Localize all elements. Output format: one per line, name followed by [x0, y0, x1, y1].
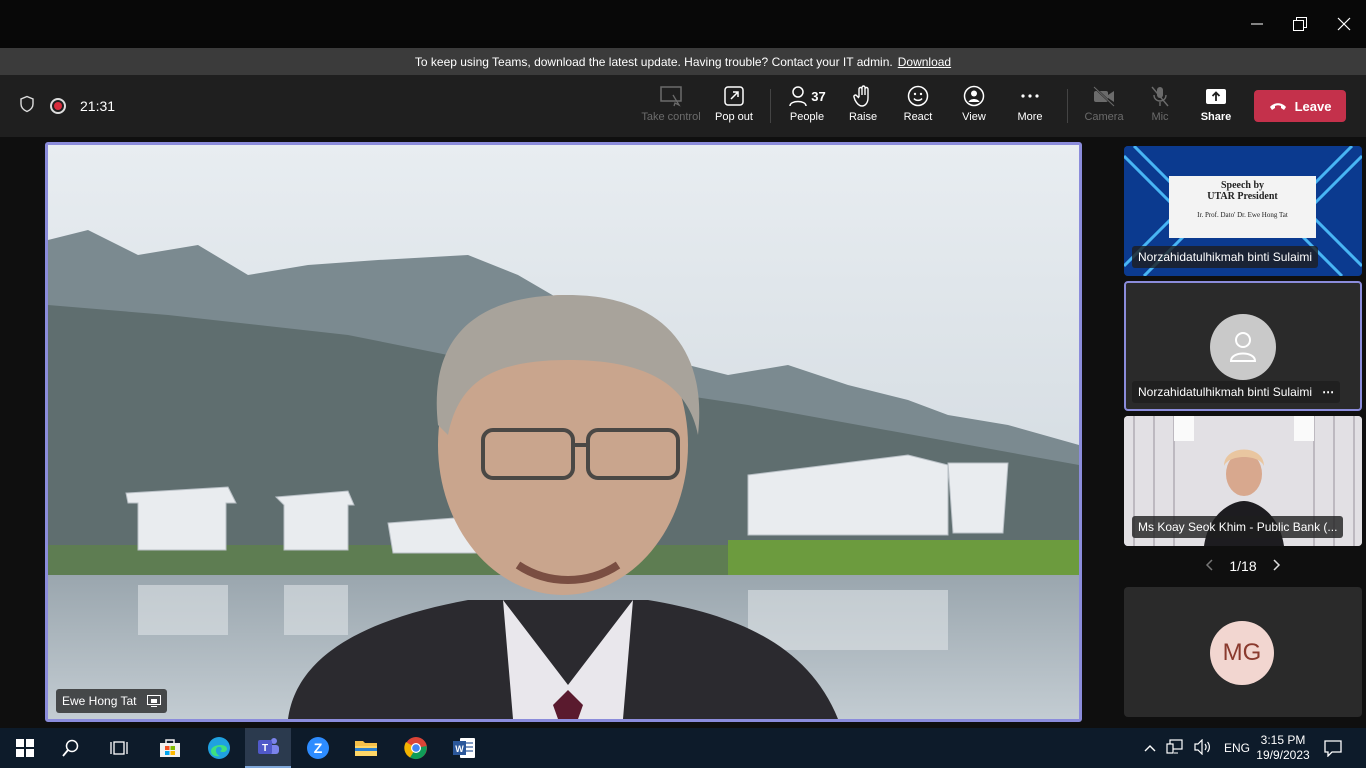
- tile-name-label: Ms Koay Seok Khim - Public Bank (...: [1132, 516, 1344, 538]
- camera-button[interactable]: Camera: [1074, 85, 1134, 131]
- microsoft-store-icon[interactable]: [147, 728, 193, 768]
- leave-button[interactable]: Leave: [1254, 90, 1346, 122]
- main-video[interactable]: Ewe Hong Tat: [45, 142, 1082, 722]
- take-control-icon: [660, 86, 682, 107]
- participant-tile-1[interactable]: Speech by UTAR President Ir. Prof. Dato'…: [1124, 146, 1362, 276]
- more-button[interactable]: More: [1000, 85, 1060, 131]
- pop-out-icon: [724, 86, 744, 106]
- page-indicator: 1/18: [1229, 558, 1257, 574]
- zoom-icon[interactable]: Z: [295, 728, 341, 768]
- camera-off-icon: [1093, 86, 1115, 107]
- tile-name-label: Norzahidatulhikmah binti Sulaimi ⋯: [1132, 381, 1341, 403]
- svg-text:W: W: [455, 744, 464, 754]
- volume-icon[interactable]: [1194, 738, 1212, 758]
- initials-avatar: MG: [1210, 621, 1274, 685]
- update-banner: To keep using Teams, download the latest…: [0, 48, 1366, 75]
- slide-name: Ir. Prof. Dato' Dr. Ewe Hong Tat: [1197, 211, 1288, 219]
- tile-more-icon[interactable]: ⋯: [1322, 385, 1334, 399]
- shield-icon: [18, 95, 36, 116]
- search-icon[interactable]: [48, 728, 94, 768]
- title-bar: [0, 0, 1366, 48]
- start-icon[interactable]: [2, 728, 48, 768]
- avatar: [1210, 314, 1276, 380]
- participant-tile-2[interactable]: Norzahidatulhikmah binti Sulaimi ⋯: [1124, 281, 1362, 411]
- participant-tile-3[interactable]: Ms Koay Seok Khim - Public Bank (...: [1124, 416, 1362, 546]
- teams-icon[interactable]: T: [245, 728, 291, 768]
- notifications-icon[interactable]: [1310, 728, 1356, 768]
- people-icon: [789, 86, 808, 107]
- react-button[interactable]: React: [888, 85, 948, 131]
- toolbar-divider: [1067, 89, 1068, 123]
- speaker-video-image: [48, 145, 1079, 719]
- task-view-icon[interactable]: [96, 728, 142, 768]
- chevron-left-icon[interactable]: [1205, 558, 1213, 574]
- hang-up-icon: [1269, 103, 1286, 110]
- banner-message: To keep using Teams, download the latest…: [414, 54, 893, 69]
- minimize-icon[interactable]: [1245, 12, 1269, 36]
- view-icon: [963, 85, 985, 107]
- slide-title: Speech by: [1220, 180, 1265, 191]
- smiley-icon: [907, 85, 929, 107]
- system-tray: ENG: [1144, 728, 1250, 768]
- share-button[interactable]: Share: [1186, 85, 1246, 131]
- download-link[interactable]: Download: [898, 55, 951, 69]
- recording-icon: [50, 97, 66, 114]
- restore-icon[interactable]: [1288, 12, 1312, 36]
- view-button[interactable]: View: [944, 85, 1004, 131]
- slide-subtitle: UTAR President: [1207, 191, 1278, 202]
- language-indicator[interactable]: ENG: [1224, 741, 1250, 755]
- clock[interactable]: 3:15 PM 19/9/2023: [1256, 728, 1310, 768]
- people-count: 37: [811, 88, 826, 104]
- person-icon: [1229, 332, 1257, 362]
- raise-hand-icon: [853, 85, 869, 107]
- word-icon[interactable]: W: [441, 728, 487, 768]
- participant-tile-4[interactable]: MG: [1124, 587, 1362, 717]
- edge-icon[interactable]: [196, 728, 242, 768]
- raise-hand-button[interactable]: Raise: [833, 85, 893, 131]
- svg-text:Z: Z: [314, 740, 323, 756]
- share-icon: [1206, 89, 1226, 104]
- clock-time: 3:15 PM: [1260, 733, 1306, 747]
- clock-date: 19/9/2023: [1256, 748, 1310, 762]
- windows-taskbar: T Z W ENG 3:15 PM 19/9/2023: [0, 728, 1366, 768]
- meeting-timer: 21:31: [80, 97, 116, 114]
- meeting-toolbar: 21:31 Take control Pop out 37 People Rai…: [0, 75, 1366, 137]
- close-icon[interactable]: [1332, 12, 1356, 36]
- chevron-right-icon[interactable]: [1273, 558, 1281, 574]
- chevron-up-icon[interactable]: [1144, 741, 1156, 755]
- gallery-pager: 1/18: [1124, 556, 1362, 576]
- participant-name: Ewe Hong Tat: [62, 694, 137, 708]
- people-button[interactable]: 37 People: [777, 85, 837, 131]
- take-control-button[interactable]: Take control: [641, 85, 701, 131]
- screen-share-icon: [146, 695, 161, 707]
- participant-name-badge: Ewe Hong Tat: [56, 689, 167, 713]
- more-icon: [1021, 94, 1039, 98]
- file-explorer-icon[interactable]: [343, 728, 389, 768]
- chrome-icon[interactable]: [393, 728, 439, 768]
- slide-card: Speech by UTAR President Ir. Prof. Dato'…: [1169, 176, 1316, 238]
- mic-button[interactable]: Mic: [1130, 85, 1190, 131]
- pop-out-button[interactable]: Pop out: [704, 85, 764, 131]
- network-icon[interactable]: [1166, 738, 1184, 758]
- mic-off-icon: [1151, 86, 1169, 107]
- toolbar-divider: [770, 89, 771, 123]
- svg-text:T: T: [262, 743, 268, 754]
- tile-name-label: Norzahidatulhikmah binti Sulaimi: [1132, 246, 1319, 268]
